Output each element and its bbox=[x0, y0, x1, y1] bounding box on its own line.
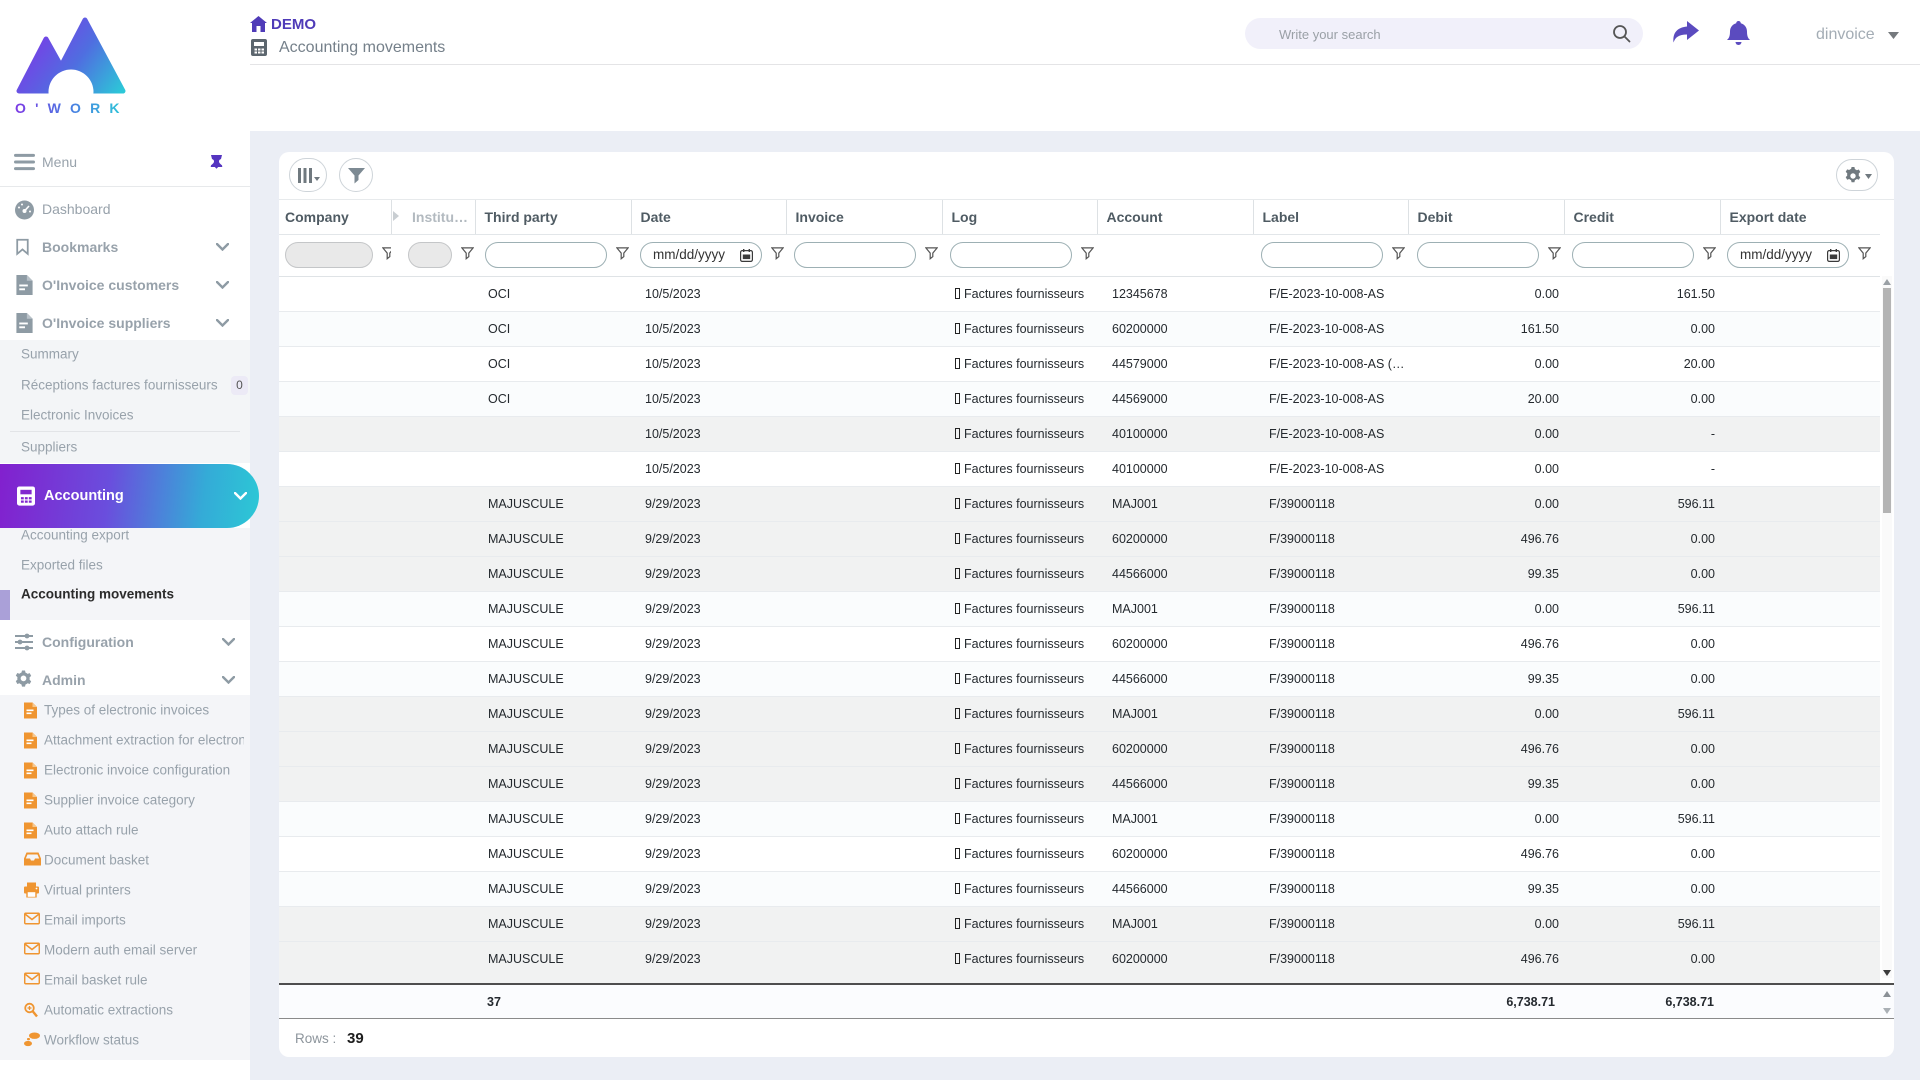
svg-text:O'WORK: O'WORK bbox=[15, 100, 127, 116]
